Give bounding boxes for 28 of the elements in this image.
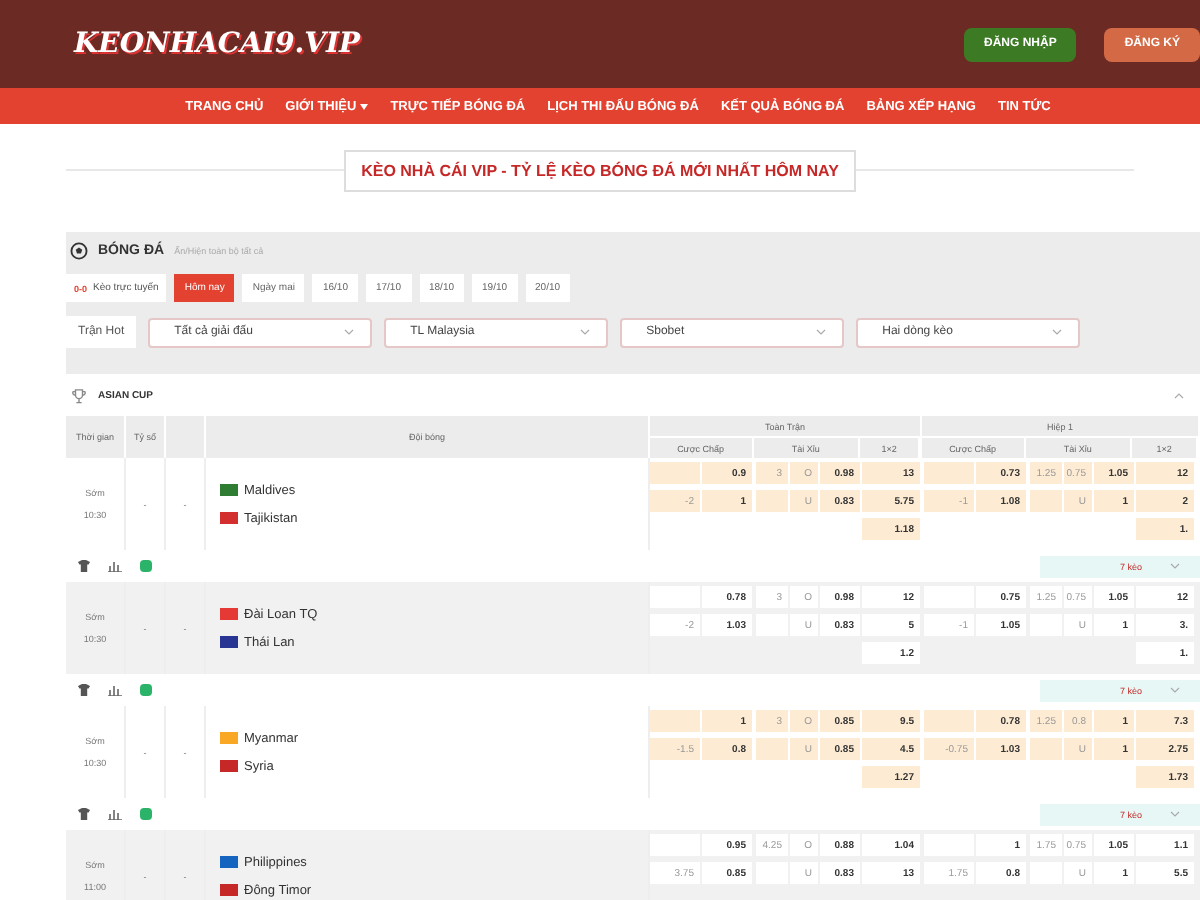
football-icon <box>70 241 88 259</box>
chevron-icon <box>1170 810 1180 818</box>
chevron-icon <box>1170 562 1180 570</box>
chevron-icon <box>344 328 355 336</box>
stats-icon[interactable] <box>108 808 122 820</box>
blank-odds-cell <box>756 738 788 760</box>
blank-odds-cell <box>756 490 788 512</box>
site-logo[interactable]: KEONHACAI9.VIP <box>74 28 936 60</box>
page-title: KÈO NHÀ CÁI VIP - TỶ LỆ KÈO BÓNG ĐÁ MỚI NHẤT HÔM NAY <box>343 149 857 191</box>
blank-odds-cell <box>650 710 700 732</box>
shirt-icon[interactable] <box>78 684 90 696</box>
chevron-icon <box>1170 686 1180 694</box>
shirt-icon[interactable] <box>78 808 90 820</box>
chevron-icon <box>816 328 827 336</box>
shirt-icon[interactable] <box>78 560 90 572</box>
stats-icon[interactable] <box>108 684 122 696</box>
status-icon <box>140 560 152 572</box>
stats-icon[interactable] <box>108 560 122 572</box>
blank-odds-cell <box>924 710 974 732</box>
status-icon <box>140 808 152 820</box>
blank-odds-cell <box>1030 738 1062 760</box>
blank-odds-cell <box>1030 490 1062 512</box>
chevron-icon <box>580 328 591 336</box>
status-icon <box>140 684 152 696</box>
chevron-icon <box>1052 328 1063 336</box>
trophy-icon <box>72 387 86 403</box>
blank-odds-cell <box>650 462 700 484</box>
blank-odds-cell <box>924 462 974 484</box>
